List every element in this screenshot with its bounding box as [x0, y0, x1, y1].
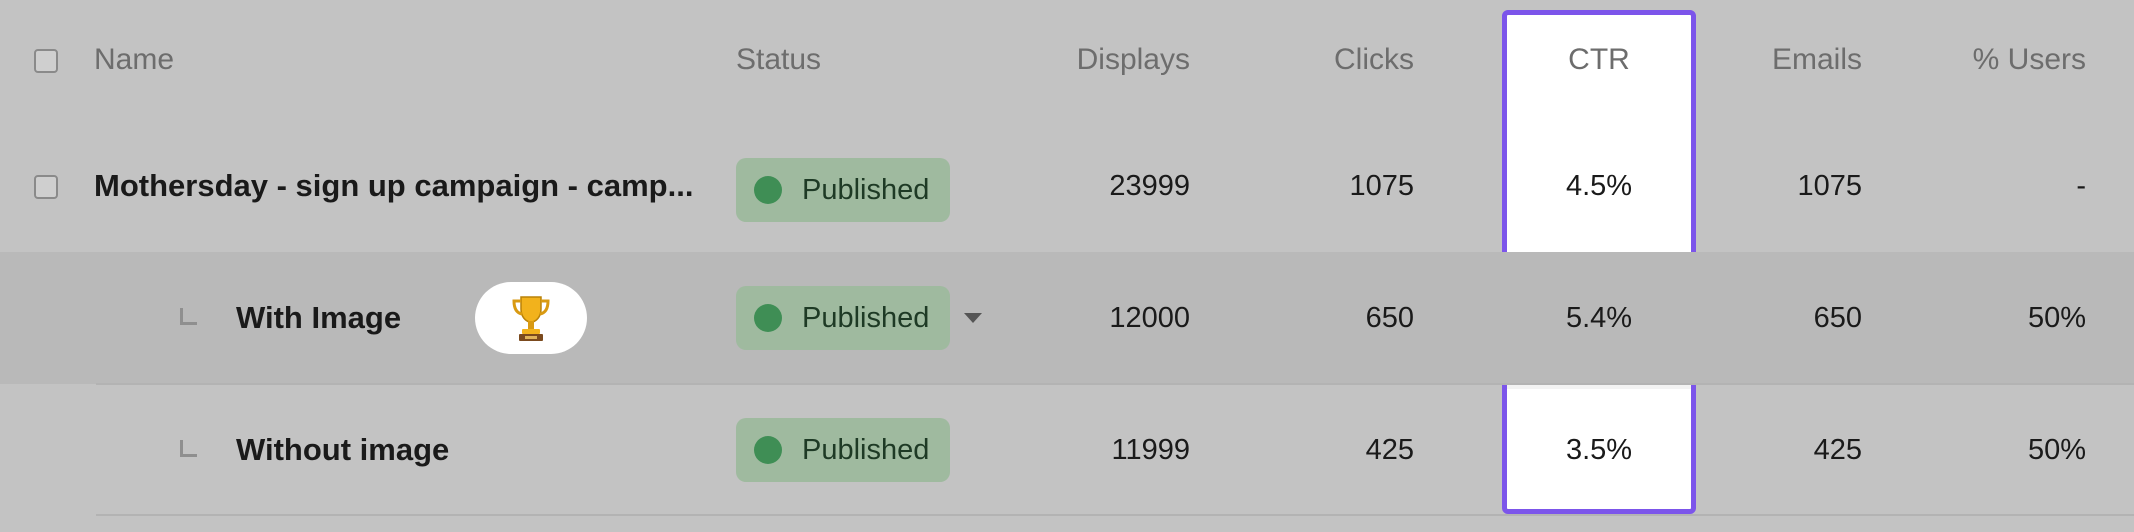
variant-name[interactable]: Without image: [236, 384, 449, 516]
child-connector-icon: [180, 440, 197, 457]
displays-value: 11999: [1111, 433, 1191, 466]
clicks-value: 425: [1365, 433, 1414, 466]
child-connector-icon: [180, 308, 197, 325]
status-badge[interactable]: Published: [736, 286, 950, 350]
table-row[interactable]: Without image Published 11999 425 425 50…: [0, 384, 2134, 516]
clicks-value: 650: [1365, 301, 1414, 334]
campaign-table: Name Status Displays Clicks CTR Emails %…: [0, 0, 2134, 532]
select-all-checkbox[interactable]: [34, 49, 58, 73]
winner-badge: [475, 282, 587, 354]
ctr-value: 5.4%: [1565, 301, 1633, 334]
displays-value: 23999: [1109, 169, 1190, 202]
status-label: Published: [802, 173, 930, 206]
emails-value: 1075: [1797, 169, 1862, 202]
emails-value: 650: [1813, 301, 1862, 334]
column-header-displays[interactable]: Displays: [1000, 0, 1190, 120]
trophy-icon: [512, 296, 550, 341]
ctr-value: 3.5%: [1565, 433, 1633, 466]
status-badge[interactable]: Published: [736, 158, 950, 222]
users-value: 50%: [2027, 301, 2086, 334]
column-header-users[interactable]: % Users: [1880, 0, 2086, 120]
ctr-value: 4.5%: [1565, 169, 1633, 202]
campaign-name[interactable]: Mothersday - sign up campaign - camp...: [94, 120, 693, 252]
status-label: Published: [802, 433, 930, 466]
users-value: -: [2076, 169, 2086, 202]
status-label: Published: [802, 301, 930, 334]
table-row[interactable]: Mothersday - sign up campaign - camp... …: [0, 120, 2134, 252]
column-header-ctr[interactable]: CTR: [1502, 0, 1696, 120]
row-divider: [96, 383, 2134, 385]
row-checkbox[interactable]: [34, 175, 58, 199]
users-value: 50%: [2027, 433, 2086, 466]
column-header-status[interactable]: Status: [736, 0, 821, 120]
column-header-emails[interactable]: Emails: [1700, 0, 1862, 120]
column-header-clicks[interactable]: Clicks: [1214, 0, 1414, 120]
variant-name[interactable]: With Image: [236, 252, 401, 384]
column-header-name[interactable]: Name: [94, 0, 174, 120]
displays-value: 12000: [1109, 301, 1190, 334]
table-row[interactable]: With Image Published 12000 650 650 50%: [0, 252, 2134, 384]
status-dot-icon: [754, 304, 782, 332]
table-header: Name Status Displays Clicks CTR Emails %…: [0, 0, 2134, 120]
status-badge[interactable]: Published: [736, 418, 950, 482]
status-dot-icon: [754, 436, 782, 464]
row-divider: [96, 514, 2134, 516]
clicks-value: 1075: [1349, 169, 1414, 202]
status-dropdown-icon[interactable]: [964, 313, 982, 323]
status-dot-icon: [754, 176, 782, 204]
emails-value: 425: [1813, 433, 1862, 466]
